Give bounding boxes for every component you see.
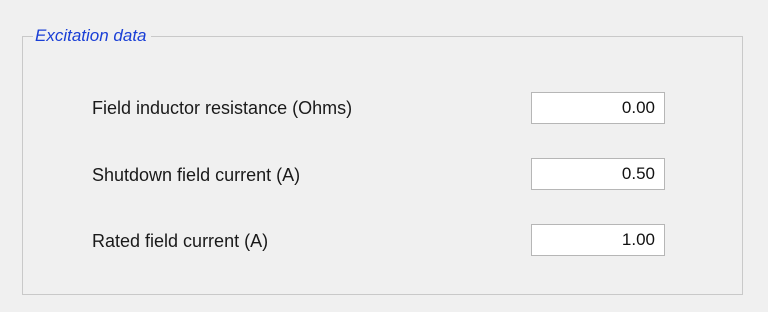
field-inductor-resistance-input[interactable] (531, 92, 665, 124)
groupbox-title: Excitation data (33, 25, 151, 47)
shutdown-field-current-label: Shutdown field current (A) (92, 165, 301, 185)
shutdown-field-current-input[interactable] (531, 158, 665, 190)
field-inductor-resistance-label: Field inductor resistance (Ohms) (92, 98, 353, 118)
rated-field-current-input[interactable] (531, 224, 665, 256)
rated-field-current-label: Rated field current (A) (92, 231, 269, 251)
